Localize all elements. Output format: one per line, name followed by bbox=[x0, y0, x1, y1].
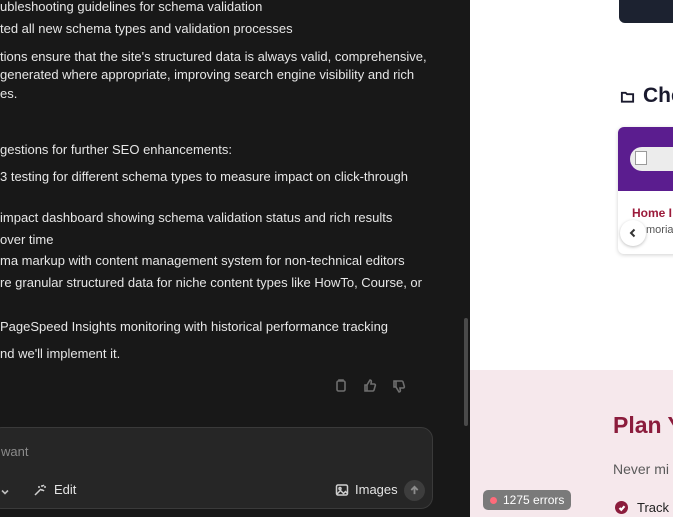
broken-image bbox=[630, 147, 673, 171]
message-line: ma markup with content management system… bbox=[0, 253, 405, 268]
section-title: Che bbox=[643, 84, 673, 107]
message-line: gestions for further SEO enhancements: bbox=[0, 142, 232, 157]
card-header bbox=[618, 127, 673, 191]
images-button[interactable]: Images bbox=[335, 482, 398, 497]
message-line: PageSpeed Insights monitoring with histo… bbox=[0, 319, 389, 334]
errors-count: 1275 errors bbox=[503, 493, 565, 507]
plan-title: Plan Y bbox=[613, 412, 673, 438]
message-line: ubleshooting guidelines for schema valid… bbox=[0, 0, 263, 14]
card-title[interactable]: Home I bbox=[632, 206, 672, 220]
site-preview: Che Home I moria Plan Y Never mi Track 1… bbox=[470, 0, 673, 517]
plan-feature-item: Track bbox=[615, 500, 669, 515]
message-actions bbox=[334, 379, 406, 393]
copy-icon[interactable] bbox=[334, 379, 348, 393]
message-line: re granular structured data for niche co… bbox=[0, 275, 422, 290]
message-composer[interactable]: want Edit Images bbox=[0, 427, 433, 509]
edit-label: Edit bbox=[54, 482, 77, 497]
plan-subtitle: Never mi bbox=[613, 461, 670, 477]
check-icon bbox=[615, 501, 628, 514]
edit-button[interactable]: Edit bbox=[33, 482, 76, 497]
section-heading: Che bbox=[620, 84, 673, 108]
chat-scrollbar[interactable] bbox=[464, 318, 468, 426]
chevron-down-icon[interactable] bbox=[0, 485, 11, 497]
card-subtitle: moria bbox=[646, 224, 673, 236]
folder-icon bbox=[620, 91, 635, 103]
message-line: over time bbox=[0, 232, 54, 247]
message-line: tions ensure that the site's structured … bbox=[0, 49, 427, 64]
arrow-up-icon bbox=[410, 485, 419, 495]
chevron-left-icon bbox=[629, 228, 636, 238]
message-line: es. bbox=[0, 86, 18, 101]
plan-feature-label: Track bbox=[637, 500, 670, 515]
image-icon bbox=[335, 483, 349, 496]
sparkle-wand-icon bbox=[34, 483, 46, 496]
composer-placeholder[interactable]: want bbox=[1, 444, 28, 459]
message-line: ted all new schema types and validation … bbox=[0, 21, 293, 36]
errors-badge[interactable]: 1275 errors bbox=[483, 490, 572, 510]
carousel-prev-button[interactable] bbox=[620, 220, 646, 246]
message-line: nd we'll implement it. bbox=[0, 346, 121, 361]
thumbs-down-icon[interactable] bbox=[392, 379, 406, 393]
message-line: generated where appropriate, improving s… bbox=[0, 67, 415, 82]
error-dot-icon bbox=[490, 496, 497, 504]
send-button[interactable] bbox=[404, 480, 425, 501]
message-line: impact dashboard showing schema validati… bbox=[0, 210, 393, 225]
chat-panel: ubleshooting guidelines for schema valid… bbox=[0, 0, 470, 517]
images-label: Images bbox=[355, 482, 398, 497]
dark-card bbox=[619, 0, 673, 23]
message-line: 3 testing for different schema types to … bbox=[0, 169, 409, 184]
thumbs-up-icon[interactable] bbox=[363, 379, 377, 393]
plan-section: Plan Y Never mi Track 1275 errors bbox=[470, 370, 673, 517]
